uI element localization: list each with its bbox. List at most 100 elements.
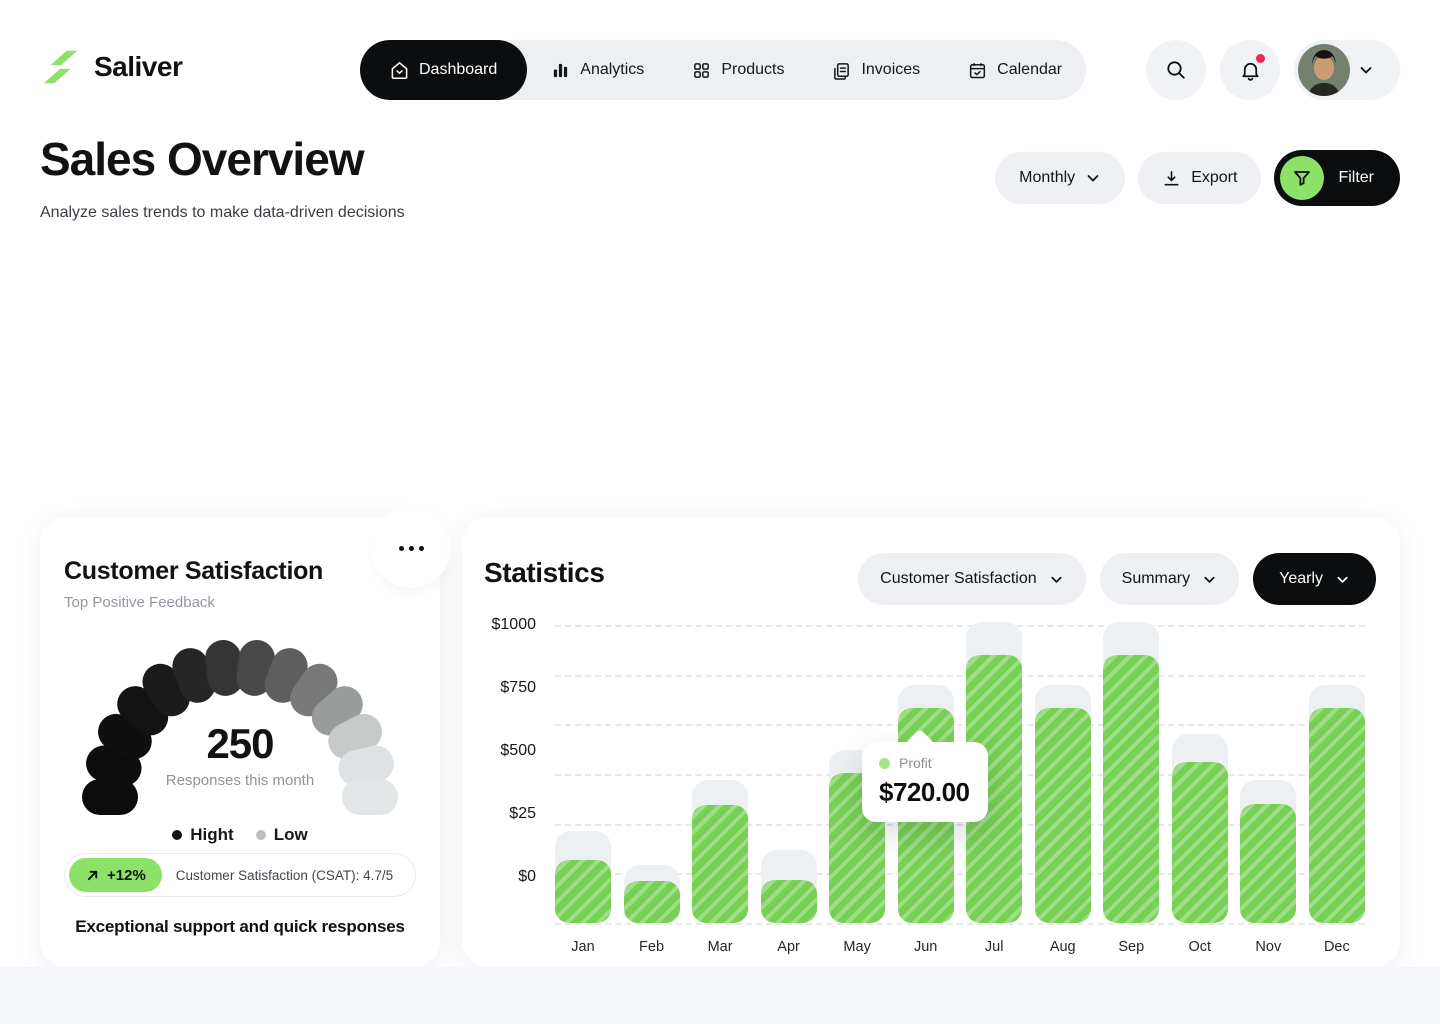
bar-value <box>692 805 748 923</box>
bar-feb[interactable] <box>624 625 680 923</box>
notifications-button[interactable] <box>1220 40 1280 100</box>
home-icon <box>390 61 409 80</box>
csat-summary-pill: +12% Customer Satisfaction (CSAT): 4.7/5 <box>64 853 416 897</box>
y-tick: $0 <box>518 868 536 886</box>
bar-nov[interactable] <box>1240 625 1296 923</box>
gauge-caption: Responses this month <box>40 772 440 789</box>
x-label-mar: Mar <box>692 939 748 955</box>
legend-dot-icon <box>256 830 266 840</box>
bar-dec[interactable] <box>1309 625 1365 923</box>
bar-value <box>761 880 817 923</box>
search-button[interactable] <box>1146 40 1206 100</box>
bar-chart-plot: Profit $720.00 <box>555 625 1365 923</box>
bar-sep[interactable] <box>1103 625 1159 923</box>
csat-delta-value: +12% <box>107 867 146 884</box>
x-axis-labels: JanFebMarAprMayJunJulAugSepOctNovDec <box>555 939 1365 955</box>
statistics-title: Statistics <box>484 557 605 589</box>
bar-value <box>555 860 611 923</box>
arrow-up-right-icon <box>85 868 100 883</box>
grid-icon <box>692 61 711 80</box>
brand-name: Saliver <box>94 51 182 83</box>
statistics-filters: Customer Satisfaction Summary Yearly <box>858 553 1376 605</box>
y-tick: $750 <box>500 679 536 697</box>
legend-item-low: Low <box>256 825 308 845</box>
y-tick: $500 <box>500 742 536 760</box>
tooltip-series-row: Profit <box>879 755 988 771</box>
bar-chart-icon <box>551 61 570 80</box>
y-tick: $1000 <box>492 616 537 634</box>
csat-delta-badge: +12% <box>69 858 162 892</box>
gauge-center-text: 250 Responses this month <box>40 720 440 789</box>
x-label-jul: Jul <box>966 939 1022 955</box>
x-label-feb: Feb <box>624 939 680 955</box>
y-tick: $25 <box>509 805 536 823</box>
statistics-card: Statistics Customer Satisfaction Summary… <box>462 517 1400 967</box>
search-icon <box>1165 59 1187 81</box>
top-bar: Saliver Dashboard Analytics Products <box>40 40 1400 100</box>
profile-menu[interactable] <box>1294 40 1400 100</box>
view-dropdown-label: Summary <box>1122 570 1190 588</box>
period-dropdown[interactable]: Monthly <box>995 152 1125 204</box>
x-label-oct: Oct <box>1172 939 1228 955</box>
satisfaction-card-title: Customer Satisfaction <box>64 557 323 586</box>
bar-mar[interactable] <box>692 625 748 923</box>
customer-satisfaction-card: Customer Satisfaction Top Positive Feedb… <box>40 517 440 967</box>
y-axis: $1000$750$500$25$0 <box>462 625 536 923</box>
tooltip-value: $720.00 <box>879 777 988 808</box>
chevron-down-icon <box>1202 572 1217 587</box>
gridline <box>555 923 1365 925</box>
invoice-icon <box>832 61 851 80</box>
x-label-nov: Nov <box>1240 939 1296 955</box>
export-label: Export <box>1191 169 1237 187</box>
nav-item-calendar[interactable]: Calendar <box>944 40 1086 100</box>
legend-item-hight: Hight <box>172 825 233 845</box>
chevron-down-icon <box>1358 62 1374 78</box>
nav-item-label: Invoices <box>861 61 920 79</box>
x-label-jan: Jan <box>555 939 611 955</box>
x-label-aug: Aug <box>1035 939 1091 955</box>
range-dropdown[interactable]: Yearly <box>1253 553 1376 605</box>
x-label-sep: Sep <box>1103 939 1159 955</box>
page-subtitle: Analyze sales trends to make data-driven… <box>40 204 405 222</box>
page-toolbar: Monthly Export Filter <box>995 150 1400 206</box>
nav-item-label: Calendar <box>997 61 1062 79</box>
nav-item-label: Products <box>721 61 784 79</box>
x-label-dec: Dec <box>1309 939 1365 955</box>
header-actions <box>1146 40 1400 100</box>
bar-jan[interactable] <box>555 625 611 923</box>
bar-value <box>1103 655 1159 923</box>
chevron-down-icon <box>1085 170 1101 186</box>
legend-label: Low <box>274 825 308 845</box>
chart-tooltip: Profit $720.00 <box>862 742 988 822</box>
card-menu-button[interactable] <box>382 519 440 577</box>
bar-value <box>1172 762 1228 923</box>
view-dropdown[interactable]: Summary <box>1100 553 1239 605</box>
x-label-jun: Jun <box>898 939 954 955</box>
bar-apr[interactable] <box>761 625 817 923</box>
bar-oct[interactable] <box>1172 625 1228 923</box>
profit-dot-icon <box>879 758 890 769</box>
period-label: Monthly <box>1019 169 1075 187</box>
nav-item-label: Dashboard <box>419 61 497 79</box>
bar-aug[interactable] <box>1035 625 1091 923</box>
bar-value <box>624 881 680 923</box>
export-button[interactable]: Export <box>1138 152 1261 204</box>
nav-item-label: Analytics <box>580 61 644 79</box>
bar-value <box>1035 708 1091 923</box>
nav-item-invoices[interactable]: Invoices <box>808 40 944 100</box>
tooltip-series-label: Profit <box>899 755 932 771</box>
nav-item-dashboard[interactable]: Dashboard <box>360 40 527 100</box>
bar-value <box>1240 804 1296 923</box>
bar-value <box>1309 708 1365 923</box>
satisfaction-footnote: Exceptional support and quick responses <box>40 917 440 937</box>
calendar-icon <box>968 61 987 80</box>
filter-button[interactable]: Filter <box>1274 150 1400 206</box>
nav-item-products[interactable]: Products <box>668 40 808 100</box>
ellipsis-icon <box>399 546 404 551</box>
csat-text: Customer Satisfaction (CSAT): 4.7/5 <box>176 868 393 883</box>
range-dropdown-label: Yearly <box>1279 570 1323 588</box>
saliver-logo-icon <box>40 48 82 86</box>
notification-badge-dot <box>1256 54 1265 63</box>
metric-dropdown[interactable]: Customer Satisfaction <box>858 553 1086 605</box>
nav-item-analytics[interactable]: Analytics <box>527 40 668 100</box>
